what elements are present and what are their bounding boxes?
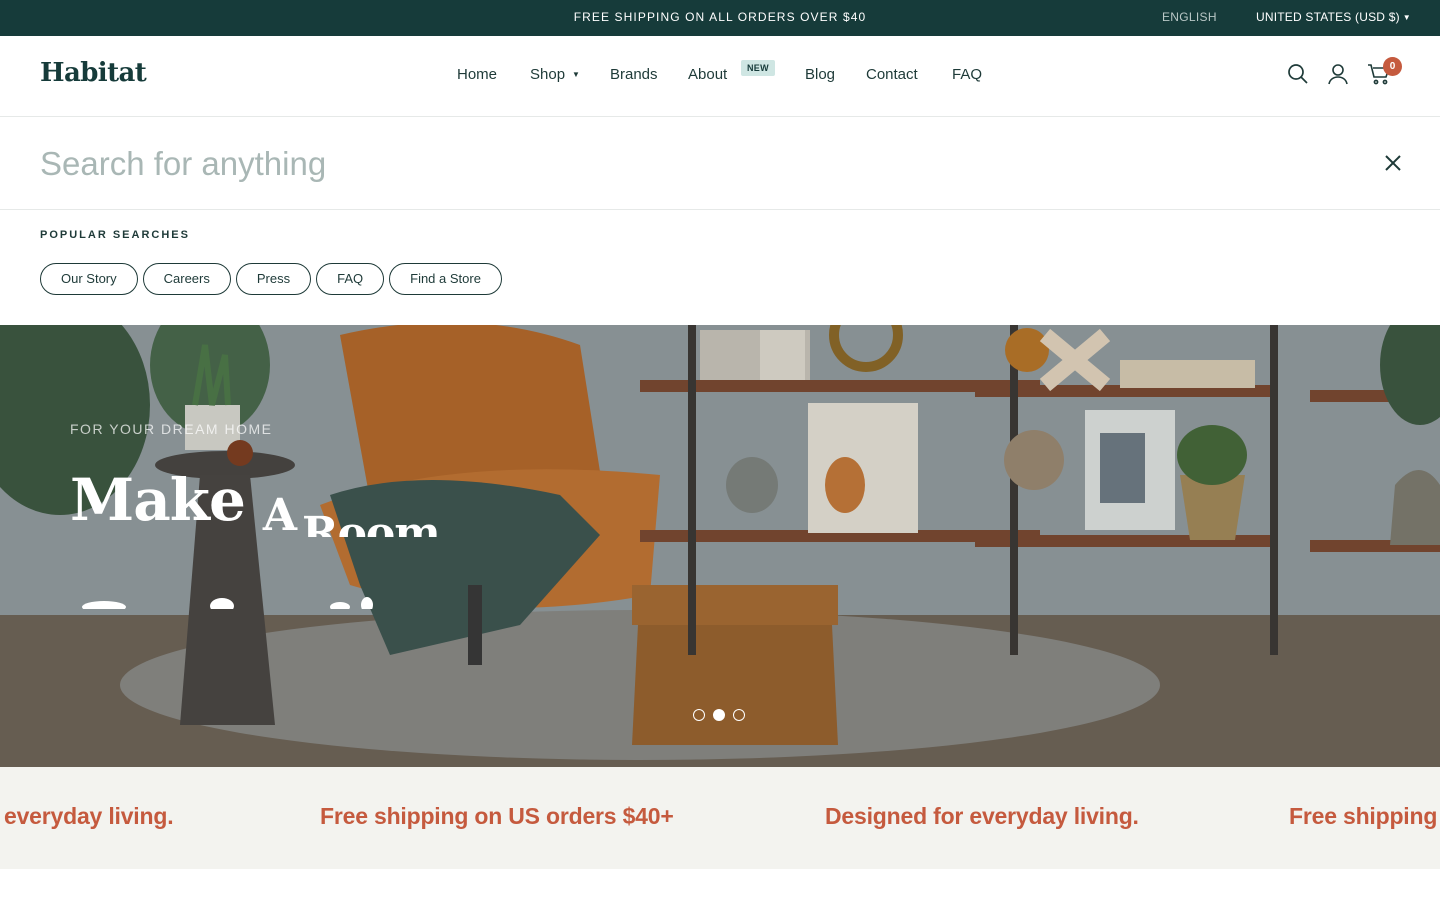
nav-home[interactable]: Home: [457, 66, 497, 83]
marquee-item: Free shipping on US orders $40+: [320, 803, 674, 829]
chip-find-a-store[interactable]: Find a Store: [389, 263, 502, 295]
chip-faq[interactable]: FAQ: [316, 263, 385, 295]
nav-contact[interactable]: Contact: [866, 66, 918, 83]
hero-eyebrow: FOR YOUR DREAM HOME: [70, 421, 273, 437]
hero-slideshow: FOR YOUR DREAM HOME Make A Room: [0, 325, 1440, 767]
logo[interactable]: Habitat: [40, 58, 147, 88]
cart-count-badge: 0: [1383, 57, 1402, 76]
announcement-bar: FREE SHIPPING ON ALL ORDERS OVER $40 ENG…: [0, 0, 1440, 36]
popular-search-chips: Our Story Careers Press FAQ Find a Store: [40, 263, 502, 295]
nav-shop-label: Shop: [530, 66, 566, 83]
caret-down-icon: ▼: [572, 70, 580, 79]
marquee-item: Free shipping: [1289, 803, 1438, 829]
hero-image: [0, 325, 1440, 767]
hero-title-word-1: Make: [70, 471, 246, 534]
popular-searches-title: POPULAR SEARCHES: [40, 229, 190, 241]
hero-title-word-2: A: [262, 490, 297, 538]
country-label: UNITED STATES (USD $): [1256, 10, 1400, 24]
language-selector[interactable]: ENGLISH: [1162, 10, 1217, 24]
nav-about[interactable]: About NEW: [688, 60, 775, 83]
nav-brands[interactable]: Brands: [610, 66, 658, 83]
search-input[interactable]: [40, 141, 1340, 187]
slide-dot-3[interactable]: [733, 709, 745, 721]
marquee-item: everyday living.: [4, 803, 174, 829]
new-badge: NEW: [741, 60, 775, 76]
close-icon[interactable]: [1382, 152, 1404, 174]
chip-press[interactable]: Press: [235, 263, 312, 295]
account-icon[interactable]: [1327, 63, 1349, 90]
search-icon[interactable]: [1287, 63, 1309, 90]
slide-dot-1[interactable]: [693, 709, 705, 721]
slide-dot-2[interactable]: [713, 709, 725, 721]
caret-down-icon: ▼: [1402, 13, 1411, 22]
popular-searches: POPULAR SEARCHES Our Story Careers Press…: [0, 210, 1440, 325]
site-header: Habitat Home Shop ▼ Brands About NEW Blog …: [0, 36, 1440, 117]
hero-title-word-3: Room: [302, 508, 440, 538]
country-selector[interactable]: UNITED STATES (USD $) ▼: [1256, 10, 1411, 24]
hero-title: Make A Room: [70, 471, 440, 537]
chip-careers[interactable]: Careers: [142, 263, 231, 295]
nav-faq[interactable]: FAQ: [952, 66, 982, 83]
nav-shop[interactable]: Shop ▼: [530, 66, 580, 83]
announcement-message: FREE SHIPPING ON ALL ORDERS OVER $40: [573, 10, 867, 24]
nav-blog[interactable]: Blog: [805, 66, 835, 83]
search-panel: [0, 117, 1440, 210]
marquee-item: Designed for everyday living.: [825, 803, 1139, 829]
hero-title-line-2-animating: [82, 591, 382, 609]
nav-about-label: About: [688, 66, 728, 83]
text-marquee: everyday living. Free shipping on US ord…: [0, 767, 1440, 869]
chip-our-story[interactable]: Our Story: [40, 263, 138, 295]
slideshow-dots: [693, 709, 745, 721]
